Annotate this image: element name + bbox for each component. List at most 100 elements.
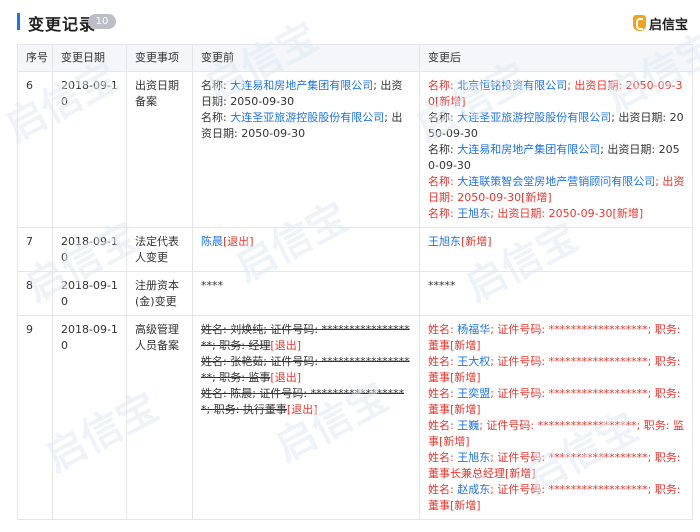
value-after: ***** — [419, 271, 693, 316]
col-header-item: 变更事项 — [126, 44, 193, 72]
change-entry: 名称: 北京恒铭投资有限公司; 出资日期: 2050-09-30[新增] — [428, 78, 686, 110]
entry-text: 姓名: — [428, 323, 458, 336]
table-header-row: 序号 变更日期 变更事项 变更前 变更后 — [17, 44, 693, 72]
value-before: 名称: 大连易和房地产集团有限公司; 出资日期: 2050-09-30 名称: 大… — [192, 71, 420, 228]
entry-text: [退出] — [270, 339, 301, 352]
change-entry: ***** — [428, 278, 686, 294]
change-date: 2018-09-10 — [52, 271, 127, 316]
value-before: **** — [192, 271, 420, 316]
entity-link[interactable]: 张艳茹 — [230, 355, 263, 368]
row-number: 9 — [17, 315, 53, 520]
change-entry: 名称: 王旭东; 出资日期: 2050-09-30[新增] — [428, 206, 686, 222]
change-entry: 姓名: 刘焕纯; 证件号码: ******************; 职务: 经… — [201, 322, 413, 354]
entity-link[interactable]: 王旭东 — [457, 207, 490, 220]
entity-link[interactable]: 刘焕纯 — [230, 323, 263, 336]
entry-text: ***** — [428, 279, 456, 292]
entry-text: [退出] — [286, 403, 318, 416]
row-number: 7 — [17, 227, 53, 272]
col-header-after: 变更后 — [419, 44, 693, 72]
entity-link[interactable]: 王奕盟 — [457, 387, 490, 400]
col-header-date: 变更日期 — [52, 44, 127, 72]
change-date: 2018-09-10 — [52, 315, 127, 520]
entity-link[interactable]: 杨福华 — [457, 323, 490, 336]
entry-text: 姓名: — [201, 323, 231, 336]
change-item: 出资日期备案 — [126, 71, 193, 228]
change-entry: 姓名: 王奕盟; 证件号码: ******************; 职务: 董… — [428, 386, 686, 418]
row-number: 6 — [17, 71, 53, 228]
change-entry: 姓名: 王巍; 证件号码: ******************; 职务: 监事… — [428, 418, 686, 450]
change-entry: 姓名: 王旭东; 证件号码: ******************; 职务: 董… — [428, 450, 686, 482]
entity-link[interactable]: 大连易和房地产集团有限公司 — [230, 79, 373, 92]
table-row: 9 2018-09-10 高级管理人员备案 姓名: 刘焕纯; 证件号码: ******… — [17, 315, 693, 520]
entry-text: 姓名: — [428, 483, 458, 496]
entity-link[interactable]: 陈晨 — [230, 387, 252, 400]
change-entry: 姓名: 张艳茹; 证件号码: ******************; 职务: 监… — [201, 354, 413, 386]
change-entry: 名称: 大连易和房地产集团有限公司; 出资日期: 2050-09-30 — [428, 142, 686, 174]
entity-link[interactable]: 王巍 — [457, 419, 479, 432]
change-entry: 姓名: 王大权; 证件号码: ******************; 职务: 董… — [428, 354, 686, 386]
change-entry: 王旭东[新增] — [428, 234, 686, 250]
entry-text: 名称: — [428, 207, 458, 220]
table-row: 7 2018-09-10 法定代表人变更 陈晨[退出] 王旭东[新增] — [17, 227, 693, 272]
table-row: 6 2018-09-10 出资日期备案 名称: 大连易和房地产集团有限公司; 出资日期… — [17, 71, 693, 228]
entry-text: 名称: — [201, 111, 231, 124]
entry-text: 名称: — [428, 79, 458, 92]
brand-name: 启信宝 — [648, 17, 688, 33]
change-entry: **** — [201, 278, 413, 294]
section-title: 变更记录 — [28, 15, 97, 34]
entry-text: 名称: — [428, 111, 458, 124]
entry-text: 名称: — [428, 143, 458, 156]
value-after: 王旭东[新增] — [419, 227, 693, 272]
change-entry: 名称: 大连圣亚旅游控股股份有限公司; 出资日期: 2050-09-30 — [428, 110, 686, 142]
entity-link[interactable]: 大连易和房地产集团有限公司 — [457, 143, 600, 156]
entry-text: 姓名: — [201, 355, 231, 368]
row-number: 8 — [17, 271, 53, 316]
brand-icon — [632, 15, 646, 31]
change-entry: 陈晨[退出] — [201, 234, 413, 250]
value-after: 名称: 北京恒铭投资有限公司; 出资日期: 2050-09-30[新增] 名称: … — [419, 71, 693, 228]
count-badge: 10 — [88, 14, 116, 29]
brand-logo[interactable]: 启信宝 — [632, 13, 688, 33]
entry-text: 姓名: — [428, 451, 458, 464]
entry-text: 姓名: — [428, 355, 458, 368]
entry-text: 名称: — [201, 79, 231, 92]
change-entry: 名称: 大连圣亚旅游控股股份有限公司; 出资日期: 2050-09-30 — [201, 110, 413, 142]
value-before: 陈晨[退出] — [192, 227, 420, 272]
entity-link[interactable]: 陈晨 — [201, 235, 223, 248]
change-item: 法定代表人变更 — [126, 227, 193, 272]
entry-text: [退出] — [270, 371, 301, 384]
entity-link[interactable]: 赵成东 — [457, 483, 490, 496]
change-entry: 名称: 大连易和房地产集团有限公司; 出资日期: 2050-09-30 — [201, 78, 413, 110]
entry-text: 姓名: — [201, 387, 231, 400]
entity-link[interactable]: 大连圣亚旅游控股股份有限公司 — [457, 111, 611, 124]
change-entry: 姓名: 陈晨; 证件号码: ******************; 职务: 执行… — [201, 386, 413, 418]
value-before: 姓名: 刘焕纯; 证件号码: ******************; 职务: 经… — [192, 315, 420, 520]
change-date: 2018-09-10 — [52, 227, 127, 272]
change-item: 注册资本(金)变更 — [126, 271, 193, 316]
col-header-before: 变更前 — [192, 44, 420, 72]
change-records-table: 序号 变更日期 变更事项 变更前 变更后 6 2018-09-10 出资日期备案 名称… — [17, 44, 693, 520]
entry-text: ; 出资日期: 2050-09-30[新增] — [490, 207, 644, 220]
value-after: 姓名: 杨福华; 证件号码: ******************; 职务: 董… — [419, 315, 693, 520]
change-entry: 姓名: 赵成东; 证件号码: ******************; 职务: 董… — [428, 482, 686, 514]
entity-link[interactable]: 大连圣亚旅游控股股份有限公司 — [230, 111, 384, 124]
change-item: 高级管理人员备案 — [126, 315, 193, 520]
entry-text: [退出] — [223, 235, 254, 248]
change-date: 2018-09-10 — [52, 71, 127, 228]
entry-text: 姓名: — [428, 387, 458, 400]
entry-text: **** — [201, 279, 223, 292]
table-row: 8 2018-09-10 注册资本(金)变更 **** ***** — [17, 271, 693, 316]
entity-link[interactable]: 北京恒铭投资有限公司 — [457, 79, 567, 92]
entity-link[interactable]: 王旭东 — [457, 451, 490, 464]
change-entry: 姓名: 杨福华; 证件号码: ******************; 职务: 董… — [428, 322, 686, 354]
entity-link[interactable]: 王大权 — [457, 355, 490, 368]
section-header: 变更记录 10 启信宝 — [0, 0, 700, 44]
col-header-no: 序号 — [17, 44, 53, 72]
entity-link[interactable]: 大连联策智会堂房地产营销顾问有限公司 — [457, 175, 655, 188]
entry-text: [新增] — [461, 235, 492, 248]
entity-link[interactable]: 王旭东 — [428, 235, 461, 248]
entry-text: 姓名: — [428, 419, 458, 432]
title-accent-bar — [17, 13, 20, 30]
change-entry: 名称: 大连联策智会堂房地产营销顾问有限公司; 出资日期: 2050-09-30… — [428, 174, 686, 206]
entry-text: 名称: — [428, 175, 458, 188]
